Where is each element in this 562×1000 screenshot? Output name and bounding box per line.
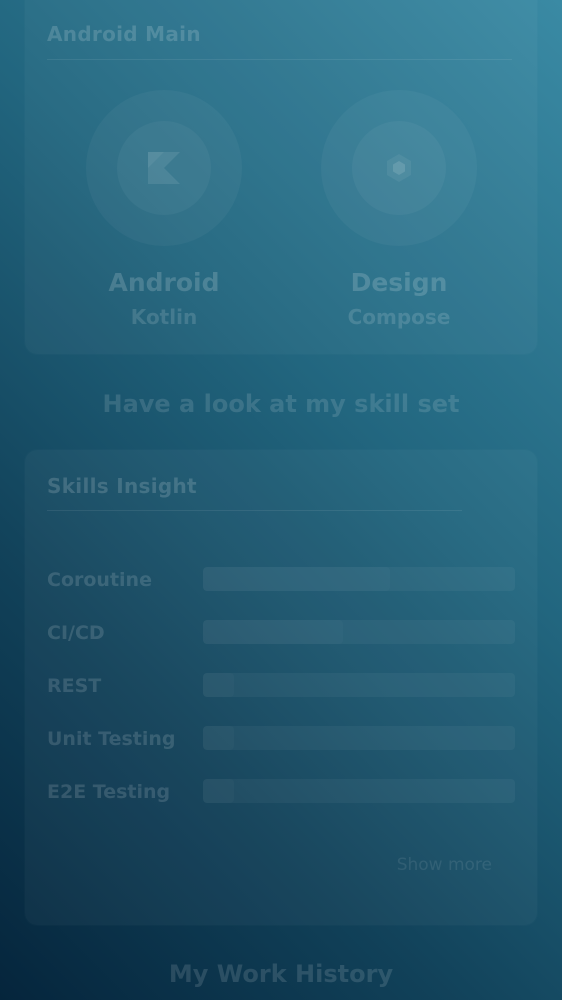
tech-name: Android <box>108 268 220 297</box>
skill-row: CI/CD <box>47 620 515 648</box>
skills-insight-card: Skills Insight Coroutine CI/CD REST Unit… <box>25 450 537 925</box>
skill-label: CI/CD <box>47 622 105 644</box>
tech-ring <box>321 90 477 246</box>
skill-bar-fill <box>203 620 343 644</box>
tech-item-android[interactable]: Android Kotlin <box>64 90 264 329</box>
tech-name: Design <box>350 268 448 297</box>
divider <box>47 59 512 60</box>
skill-label: Coroutine <box>47 569 152 591</box>
tech-subtitle: Kotlin <box>130 305 198 329</box>
skill-row: Unit Testing <box>47 726 515 754</box>
tech-ring <box>86 90 242 246</box>
card-title: Android Main <box>47 22 201 46</box>
skill-bar-fill <box>203 779 234 803</box>
compose-logo-icon <box>387 154 411 182</box>
skill-bar <box>203 726 515 750</box>
divider <box>47 510 462 511</box>
skill-row: REST <box>47 673 515 701</box>
tech-item-design[interactable]: Design Compose <box>299 90 499 329</box>
skill-row: Coroutine <box>47 567 515 595</box>
android-main-card: Android Main Android Kotlin Design Compo… <box>25 0 537 354</box>
skill-bar-fill <box>203 726 234 750</box>
skill-bar <box>203 673 515 697</box>
skill-bar <box>203 779 515 803</box>
show-more-link[interactable]: Show more <box>397 855 492 875</box>
card-title: Skills Insight <box>47 474 197 498</box>
skill-bar-fill <box>203 567 390 591</box>
work-history-title: My Work History <box>168 960 394 988</box>
kotlin-logo-icon <box>148 152 180 184</box>
skill-bar-fill <box>203 673 234 697</box>
skill-bar <box>203 567 515 591</box>
skill-bar <box>203 620 515 644</box>
skill-label: Unit Testing <box>47 728 176 750</box>
skill-label: REST <box>47 675 102 697</box>
skills-headline: Have a look at my skill set <box>102 390 460 418</box>
skill-label: E2E Testing <box>47 781 171 803</box>
tech-subtitle: Compose <box>347 305 451 329</box>
skill-row: E2E Testing <box>47 779 515 807</box>
